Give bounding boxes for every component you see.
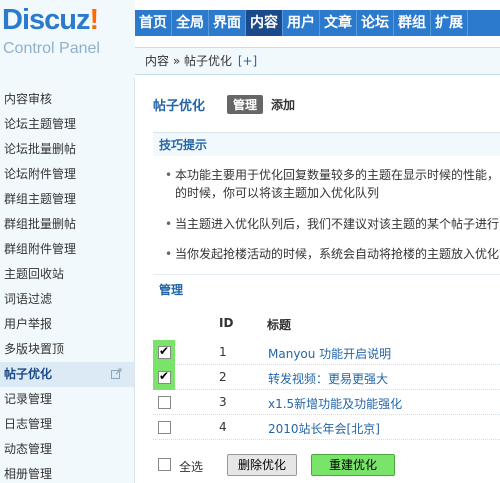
row-title-link[interactable]: Manyou 功能开启说明 bbox=[268, 345, 391, 362]
table-footer: 全选 删除优化 重建优化 bbox=[153, 452, 500, 478]
nav-item-users[interactable]: 用户 bbox=[283, 10, 320, 36]
table-row: 3 x1.5新增功能及功能强化 bbox=[153, 390, 500, 415]
column-header-title: 标题 bbox=[267, 318, 292, 332]
page-title: 帖子优化 bbox=[153, 98, 206, 114]
select-all-checkbox[interactable] bbox=[158, 458, 171, 471]
manage-heading: 管理 bbox=[153, 278, 500, 302]
title-row: 帖子优化 管理 添加 bbox=[153, 94, 295, 114]
tips-heading: 技巧提示 bbox=[153, 132, 500, 156]
sidebar-item-user-reports[interactable]: 用户举报 bbox=[0, 312, 134, 337]
tip-item: • 本功能主要用于优化回复数量较多的主题在显示时候的性能， bbox=[165, 168, 500, 182]
logo-subtitle: Control Panel bbox=[3, 40, 100, 57]
sidebar-item-content-review[interactable]: 内容审核 bbox=[0, 87, 134, 112]
top-nav: 首页 全局 界面 内容 用户 文章 论坛 群组 扩展 bbox=[135, 10, 500, 36]
sidebar-item-feeds[interactable]: 动态管理 bbox=[0, 437, 134, 462]
tip-item: • 当主题进入优化队列后，我们不建议对该主题的某个帖子进行 bbox=[165, 217, 500, 231]
sidebar-item-recycle-bin[interactable]: 主题回收站 bbox=[0, 262, 134, 287]
logo-bang: ! bbox=[89, 4, 99, 36]
sidebar: 内容审核 论坛主题管理 论坛批量删帖 论坛附件管理 群组主题管理 群组批量删帖 … bbox=[0, 78, 135, 483]
row-id: 1 bbox=[219, 345, 227, 359]
nav-item-forum[interactable]: 论坛 bbox=[357, 10, 394, 36]
delete-optimize-button[interactable]: 删除优化 bbox=[227, 454, 298, 476]
sidebar-item-label: 帖子优化 bbox=[4, 367, 53, 381]
sidebar-item-group-threads[interactable]: 群组主题管理 bbox=[0, 187, 134, 212]
table-row: ✔ 2 转发视频：更易更强大 bbox=[153, 365, 500, 390]
sidebar-item-forum-attachments[interactable]: 论坛附件管理 bbox=[0, 162, 134, 187]
row-checkbox[interactable] bbox=[158, 421, 171, 434]
sidebar-item-forum-prune[interactable]: 论坛批量删帖 bbox=[0, 137, 134, 162]
rebuild-optimize-button[interactable]: 重建优化 bbox=[311, 454, 395, 476]
external-link-icon[interactable] bbox=[111, 368, 122, 379]
sidebar-item-group-prune[interactable]: 群组批量删帖 bbox=[0, 212, 134, 237]
tab-manage[interactable]: 管理 bbox=[227, 94, 264, 114]
nav-item-interface[interactable]: 界面 bbox=[209, 10, 246, 36]
sidebar-item-word-filter[interactable]: 词语过滤 bbox=[0, 287, 134, 312]
row-checkbox[interactable]: ✔ bbox=[158, 344, 171, 359]
column-header-id: ID bbox=[219, 316, 234, 330]
nav-item-groups[interactable]: 群组 bbox=[394, 10, 431, 36]
nav-item-articles[interactable]: 文章 bbox=[320, 10, 357, 36]
row-title-link[interactable]: x1.5新增功能及功能强化 bbox=[268, 395, 402, 412]
sidebar-item-albums[interactable]: 相册管理 bbox=[0, 462, 134, 483]
divider bbox=[153, 274, 500, 275]
sidebar-item-forum-threads[interactable]: 论坛主题管理 bbox=[0, 112, 134, 137]
row-id: 2 bbox=[219, 370, 227, 384]
row-checkbox[interactable]: ✔ bbox=[158, 369, 171, 384]
row-id: 4 bbox=[219, 420, 227, 434]
nav-item-extend[interactable]: 扩展 bbox=[431, 10, 468, 36]
sidebar-item-post-optimize[interactable]: 帖子优化 bbox=[0, 362, 134, 387]
breadcrumb-add-shortcut[interactable]: [+] bbox=[238, 54, 257, 68]
select-all-label[interactable]: 全选 bbox=[179, 458, 203, 475]
table-row: 4 2010站长年会[北京] bbox=[153, 415, 500, 440]
sidebar-item-logs[interactable]: 记录管理 bbox=[0, 387, 134, 412]
tip-item: • 当你发起抢楼活动的时候，系统会自动将抢楼的主题放入优化 bbox=[165, 247, 500, 261]
nav-item-content[interactable]: 内容 bbox=[246, 10, 283, 36]
logo: Discuz! Control Panel bbox=[0, 0, 135, 78]
breadcrumb-text: 内容 » 帖子优化 bbox=[145, 54, 232, 68]
breadcrumb: 内容 » 帖子优化 [+] bbox=[135, 47, 500, 75]
header: Discuz! Control Panel 首页 全局 界面 内容 用户 文章 … bbox=[0, 0, 500, 78]
sidebar-item-group-attachments[interactable]: 群组附件管理 bbox=[0, 237, 134, 262]
row-title-link[interactable]: 转发视频：更易更强大 bbox=[268, 370, 388, 387]
main-content: 帖子优化 管理 添加 技巧提示 • 本功能主要用于优化回复数量较多的主题在显示时候… bbox=[135, 78, 500, 483]
row-title-link[interactable]: 2010站长年会[北京] bbox=[268, 420, 380, 437]
table-row: ✔ 1 Manyou 功能开启说明 bbox=[153, 340, 500, 365]
row-checkbox[interactable] bbox=[158, 396, 171, 409]
row-id: 3 bbox=[219, 395, 227, 409]
tip-item-continued: 的时候，你可以将该主题加入优化队列 bbox=[175, 186, 380, 200]
nav-item-home[interactable]: 首页 bbox=[135, 10, 172, 36]
logo-name: Discuz bbox=[2, 4, 90, 36]
sidebar-item-journal[interactable]: 日志管理 bbox=[0, 412, 134, 437]
nav-item-global[interactable]: 全局 bbox=[172, 10, 209, 36]
sidebar-item-multi-forum-top[interactable]: 多版块置顶 bbox=[0, 337, 134, 362]
tab-add[interactable]: 添加 bbox=[271, 96, 295, 113]
